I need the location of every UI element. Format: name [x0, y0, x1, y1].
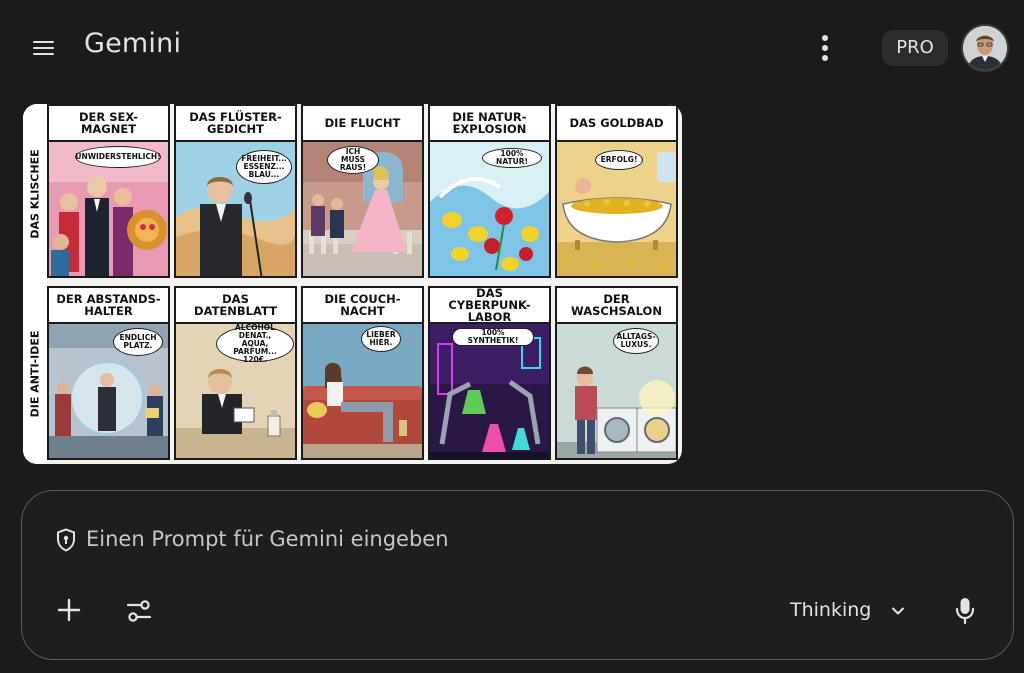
shield-icon: [57, 528, 75, 552]
kebab-dot: [822, 55, 828, 61]
prompt-composer: Thinking: [21, 490, 1014, 660]
speech-bubble: ICH MUSS RAUS!: [327, 146, 379, 174]
comic-panel: DIE COUCH-NACHT LIEBER HIER.: [301, 286, 424, 460]
comic-panel: DER SEX-MAGNET UNWIDERSTEHLICH!: [47, 104, 170, 278]
panel-title: DAS FLÜSTER- GEDICHT: [176, 106, 295, 142]
row-label-1: DAS KLISCHEE: [23, 104, 47, 284]
hamburger-menu-icon: [33, 41, 54, 43]
panel-title: DER WASCHSALON: [557, 288, 676, 324]
comic-panel: DER WASCHSALON ALLTAGS- LUXUS.: [555, 286, 678, 460]
speech-bubble: FREIHEIT... ESSENZ... BLAU...: [236, 150, 292, 184]
pro-badge[interactable]: PRO: [882, 30, 948, 66]
panel-title: DIE NATUR- EXPLOSION: [430, 106, 549, 142]
speech-bubble: ALCOHOL DENAT., AQUA, PARFUM... 120€.: [216, 324, 294, 364]
comic-panel: DAS GOLDBAD ERFOLG!: [555, 104, 678, 278]
speech-bubble: 100% NATUR!: [482, 148, 542, 168]
comic-panel: DIE FLUCHT ICH MUSS RAUS!: [301, 104, 424, 278]
row-label-2: DIE ANTI-IDEE: [23, 284, 47, 464]
user-avatar[interactable]: [961, 24, 1009, 72]
row-label-text: DIE ANTI-IDEE: [28, 330, 42, 418]
panel-title: DER SEX-MAGNET: [49, 106, 168, 142]
row-label-text: DAS KLISCHEE: [28, 149, 42, 239]
avatar-portrait-icon: [963, 26, 1007, 70]
add-button[interactable]: [54, 595, 84, 625]
panel-title: DAS CYBERPUNK- LABOR: [430, 288, 549, 324]
microphone-icon: [955, 598, 975, 625]
panel-title: DAS GOLDBAD: [557, 106, 676, 142]
comic-panel: DIE NATUR- EXPLOSION 100% NATUR!: [428, 104, 551, 278]
speech-bubble: UNWIDERSTEHLICH!: [75, 146, 161, 168]
tune-icon: [126, 600, 152, 622]
model-selector[interactable]: Thinking: [782, 595, 912, 627]
comic-panel: DAS FLÜSTER- GEDICHT FREIHEIT... ESSENZ.…: [174, 104, 297, 278]
panel-title: DAS DATENBLATT: [176, 288, 295, 324]
panel-title: DER ABSTANDS- HALTER: [49, 288, 168, 324]
microphone-button[interactable]: [952, 595, 978, 627]
menu-button[interactable]: [28, 30, 60, 64]
generated-comic-image[interactable]: DAS KLISCHEE DIE ANTI-IDEE DER SEX-MAGNE…: [23, 104, 682, 464]
top-bar: Gemini PRO: [0, 0, 1024, 96]
comic-panel: DAS DATENBLATT ALCOHOL DENAT., AQUA, PAR…: [174, 286, 297, 460]
speech-bubble: 100% SYNTHETIK!: [452, 328, 534, 346]
speech-bubble: ALLTAGS- LUXUS.: [613, 328, 659, 354]
speech-bubble: ERFOLG!: [595, 150, 643, 170]
prompt-input[interactable]: [86, 521, 886, 557]
comic-panel: DAS CYBERPUNK- LABOR 100% SYNTHETIK!: [428, 286, 551, 460]
panel-title: DIE COUCH-NACHT: [303, 288, 422, 324]
app-title: Gemini: [84, 28, 182, 59]
hamburger-line: [33, 53, 54, 55]
speech-bubble: ENDLICH PLATZ.: [113, 328, 163, 356]
plus-icon: [57, 598, 81, 622]
hamburger-line: [33, 47, 54, 49]
comic-panel: DER ABSTANDS- HALTER ENDLICH PLATZ.: [47, 286, 170, 460]
more-vert-icon: [822, 35, 828, 41]
speech-bubble: LIEBER HIER.: [361, 326, 401, 352]
more-options-button[interactable]: [812, 30, 838, 66]
chevron-down-icon: [892, 607, 904, 615]
tools-button[interactable]: [124, 597, 154, 625]
panel-title: DIE FLUCHT: [303, 106, 422, 142]
model-label: Thinking: [790, 599, 872, 621]
kebab-dot: [822, 45, 828, 51]
